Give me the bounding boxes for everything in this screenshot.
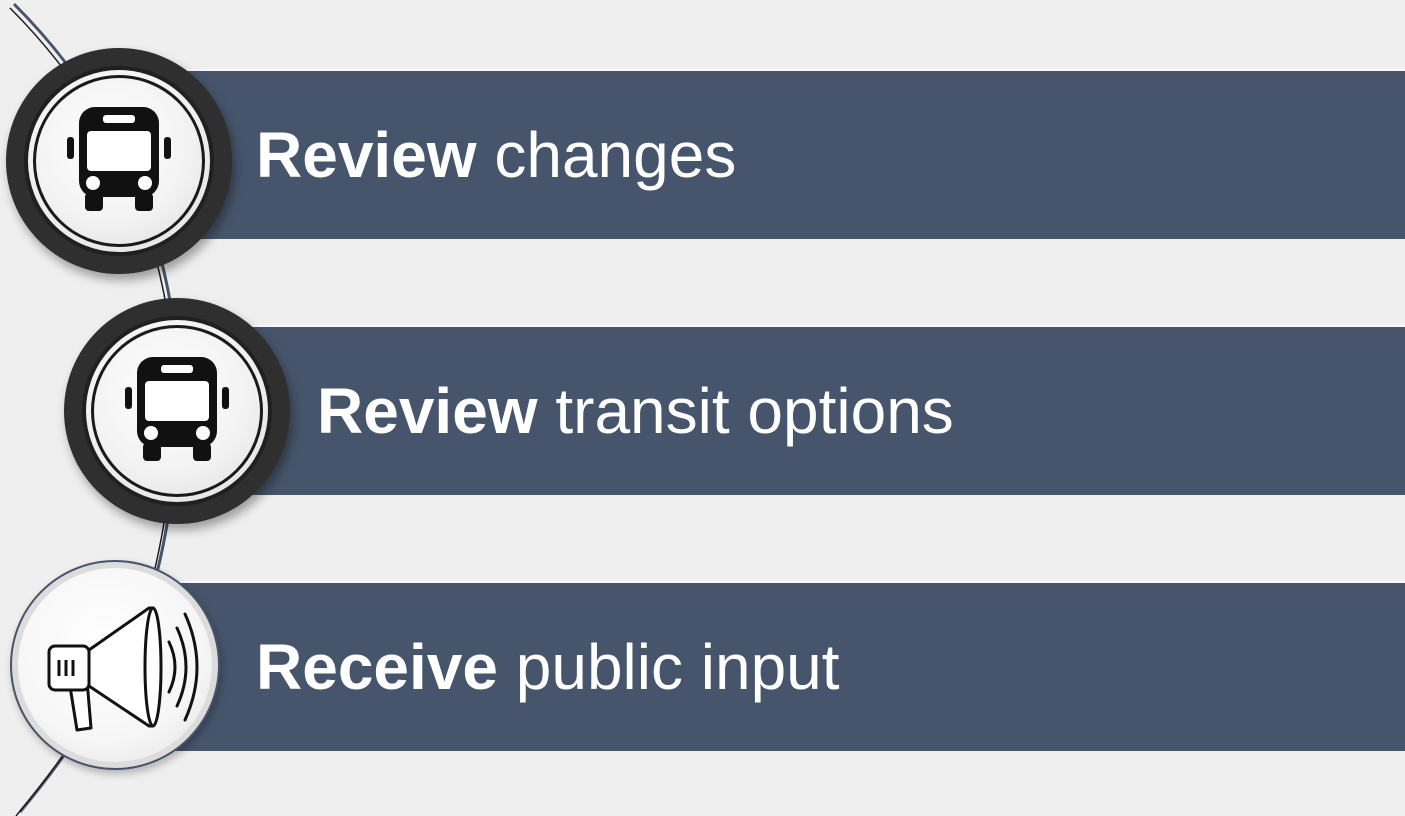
step-2-badge [64,298,290,524]
bus-icon [67,107,171,211]
step-1-label: Review changes [256,118,736,192]
step-2-label: Review transit options [317,374,954,448]
step-3-band: Receive public input [170,583,1405,751]
step-3-label: Receive public input [256,630,840,704]
step-1-band: Review changes [180,71,1405,239]
step-1-label-bold: Review [256,119,477,191]
step-3-badge [10,560,220,770]
bus-icon [125,357,229,461]
step-3-label-rest: public input [497,631,840,703]
step-1-badge [6,48,232,274]
step-2-label-bold: Review [317,375,538,447]
step-1-label-rest: changes [476,119,737,191]
step-2-label-rest: transit options [537,375,954,447]
step-2-band: Review transit options [240,327,1405,495]
megaphone-icon [47,606,199,732]
step-3-label-bold: Receive [256,631,498,703]
